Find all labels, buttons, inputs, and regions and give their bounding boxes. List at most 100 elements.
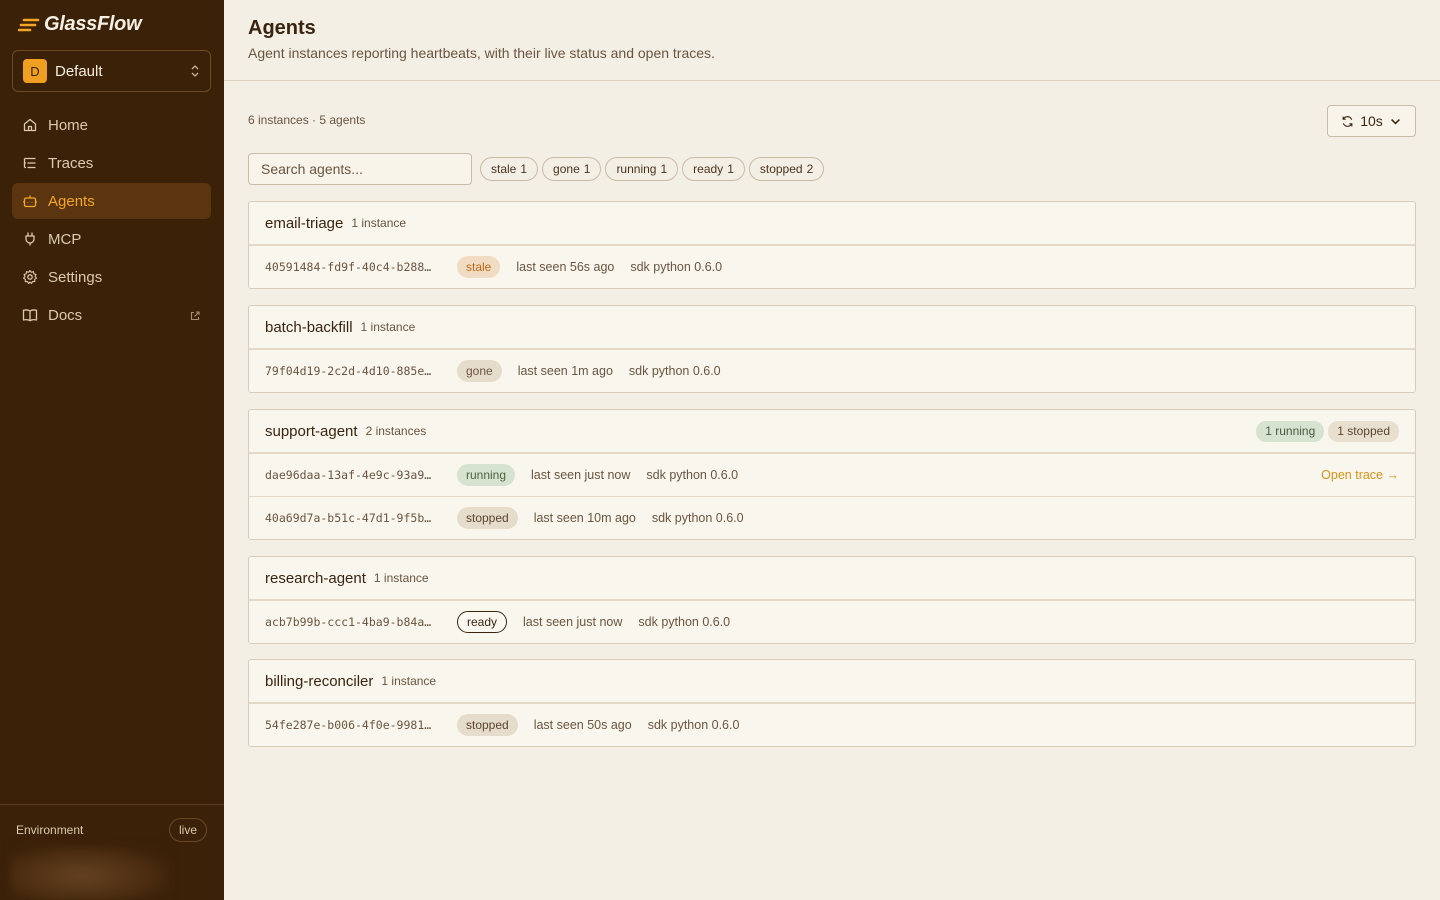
- instance-id: dae96daa-13af-4e9c-93a9…: [265, 468, 432, 482]
- agent-card-support-agent: support-agent 2 instances 1 running 1 st…: [248, 409, 1416, 540]
- glassflow-logo-icon: [18, 18, 40, 31]
- bot-icon: [22, 193, 38, 209]
- filter-label: ready: [693, 162, 724, 176]
- agent-name: support-agent: [265, 422, 358, 440]
- sidebar-item-label: MCP: [48, 230, 82, 248]
- external-link-icon: [189, 309, 201, 321]
- agent-card-header[interactable]: email-triage 1 instance: [249, 202, 1415, 245]
- refresh-icon: [1342, 115, 1353, 127]
- page-header: Agents Agent instances reporting heartbe…: [224, 0, 1440, 81]
- instance-counts: 6 instances · 5 agents: [248, 113, 366, 127]
- last-seen: last seen 10m ago: [533, 511, 636, 525]
- workspace-switcher[interactable]: D Default: [12, 50, 211, 92]
- sdk-version: sdk python 0.6.0: [630, 260, 723, 274]
- agent-card-batch-backfill: batch-backfill 1 instance 79f04d19-2c2d-…: [248, 305, 1416, 393]
- main-content: Agents Agent instances reporting heartbe…: [224, 0, 1440, 900]
- filter-label: gone: [553, 162, 580, 176]
- page-subtitle: Agent instances reporting heartbeats, wi…: [248, 45, 715, 61]
- status-badge: gone: [457, 360, 502, 382]
- search-input[interactable]: [248, 153, 472, 185]
- status-badge: stopped: [457, 507, 518, 529]
- instance-row[interactable]: 79f04d19-2c2d-4d10-885e… gone last seen …: [249, 349, 1415, 392]
- filter-chip-gone[interactable]: gone 1: [542, 157, 602, 181]
- sidebar-item-label: Docs: [48, 306, 83, 324]
- filter-count: 2: [806, 162, 814, 176]
- filter-count: 1: [727, 162, 734, 176]
- agent-card-header[interactable]: batch-backfill 1 instance: [249, 306, 1415, 349]
- last-seen: last seen 56s ago: [516, 260, 615, 274]
- agent-name: billing-reconciler: [265, 672, 374, 690]
- agent-name: batch-backfill: [265, 318, 353, 336]
- chevron-up-down-icon: [190, 64, 200, 78]
- agent-instance-count: 1 instance: [360, 320, 416, 334]
- sdk-version: sdk python 0.6.0: [646, 468, 739, 482]
- last-seen: last seen just now: [523, 615, 623, 629]
- filter-label: running: [616, 162, 657, 176]
- agent-card-header[interactable]: billing-reconciler 1 instance: [249, 660, 1415, 703]
- brand-logo[interactable]: GlassFlow: [18, 13, 142, 36]
- sdk-version: sdk python 0.6.0: [628, 364, 721, 378]
- environment-label: Environment: [16, 823, 84, 837]
- sidebar-item-traces[interactable]: Traces: [12, 145, 211, 181]
- filter-chip-running[interactable]: running 1: [605, 157, 679, 181]
- status-filters: stale 1 gone 1 running 1 ready 1 stopped 2: [480, 157, 825, 181]
- chevron-down-icon: [1390, 118, 1400, 125]
- instance-row[interactable]: 40591484-fd9f-40c4-b288… stale last seen…: [249, 245, 1415, 288]
- sidebar-item-label: Traces: [48, 154, 94, 172]
- instance-row[interactable]: dae96daa-13af-4e9c-93a9… running last se…: [249, 453, 1415, 496]
- sdk-version: sdk python 0.6.0: [647, 718, 740, 732]
- open-trace-link[interactable]: Open trace →: [1321, 468, 1399, 482]
- agent-card-research-agent: research-agent 1 instance acb7b99b-ccc1-…: [248, 556, 1416, 644]
- summary-running-badge: 1 running: [1256, 420, 1325, 442]
- summary-stopped-badge: 1 stopped: [1328, 420, 1399, 442]
- sidebar: GlassFlow D Default Home Traces Agents M…: [0, 0, 224, 900]
- sidebar-item-docs[interactable]: Docs: [12, 297, 211, 333]
- sidebar-item-mcp[interactable]: MCP: [12, 221, 211, 257]
- instance-id: acb7b99b-ccc1-4ba9-b84a…: [265, 615, 432, 629]
- last-seen: last seen 1m ago: [517, 364, 613, 378]
- instance-id: 40591484-fd9f-40c4-b288…: [265, 260, 432, 274]
- filter-chip-stale[interactable]: stale 1: [480, 157, 539, 181]
- agent-card-header[interactable]: support-agent 2 instances 1 running 1 st…: [249, 410, 1415, 453]
- agent-status-summary: 1 running 1 stopped: [1256, 420, 1399, 442]
- filter-chip-ready[interactable]: ready 1: [682, 157, 745, 181]
- filter-chip-stopped[interactable]: stopped 2: [748, 157, 825, 181]
- sidebar-item-label: Home: [48, 116, 89, 134]
- blurred-user-area: [10, 845, 170, 900]
- plug-icon: [22, 231, 38, 247]
- environment-badge[interactable]: live: [168, 818, 207, 842]
- book-icon: [22, 307, 38, 323]
- filter-label: stale: [491, 162, 517, 176]
- gear-icon: [22, 269, 38, 285]
- filter-count: 1: [583, 162, 591, 176]
- filter-label: stopped: [759, 162, 803, 176]
- list-icon: [22, 155, 38, 171]
- sidebar-item-settings[interactable]: Settings: [12, 259, 211, 295]
- instance-row[interactable]: acb7b99b-ccc1-4ba9-b84a… ready last seen…: [249, 600, 1415, 643]
- agent-instance-count: 2 instances: [365, 424, 427, 438]
- last-seen: last seen 50s ago: [533, 718, 632, 732]
- sidebar-item-agents[interactable]: Agents: [12, 183, 211, 219]
- home-icon: [22, 117, 38, 133]
- instance-row[interactable]: 40a69d7a-b51c-47d1-9f5b… stopped last se…: [249, 496, 1415, 539]
- filter-count: 1: [660, 162, 668, 176]
- last-seen: last seen just now: [531, 468, 631, 482]
- agent-name: research-agent: [265, 569, 366, 587]
- instance-row[interactable]: 54fe287e-b006-4f0e-9981… stopped last se…: [249, 703, 1415, 746]
- refresh-interval-dropdown[interactable]: 10s: [1327, 105, 1416, 137]
- workspace-name: Default: [55, 62, 103, 80]
- status-badge: stopped: [457, 714, 518, 736]
- sidebar-nav: Home Traces Agents MCP Settings Docs: [12, 107, 211, 335]
- sidebar-item-home[interactable]: Home: [12, 107, 211, 143]
- agent-card-header[interactable]: research-agent 1 instance: [249, 557, 1415, 600]
- agent-card-billing-reconciler: billing-reconciler 1 instance 54fe287e-b…: [248, 659, 1416, 747]
- agent-instance-count: 1 instance: [381, 674, 437, 688]
- workspace-avatar: D: [23, 59, 47, 83]
- filter-count: 1: [520, 162, 528, 176]
- refresh-interval-value: 10s: [1360, 113, 1383, 129]
- status-badge: ready: [457, 611, 508, 633]
- sdk-version: sdk python 0.6.0: [638, 615, 731, 629]
- agent-name: email-triage: [265, 214, 344, 232]
- status-badge: stale: [457, 256, 501, 278]
- agent-instance-count: 1 instance: [373, 571, 429, 585]
